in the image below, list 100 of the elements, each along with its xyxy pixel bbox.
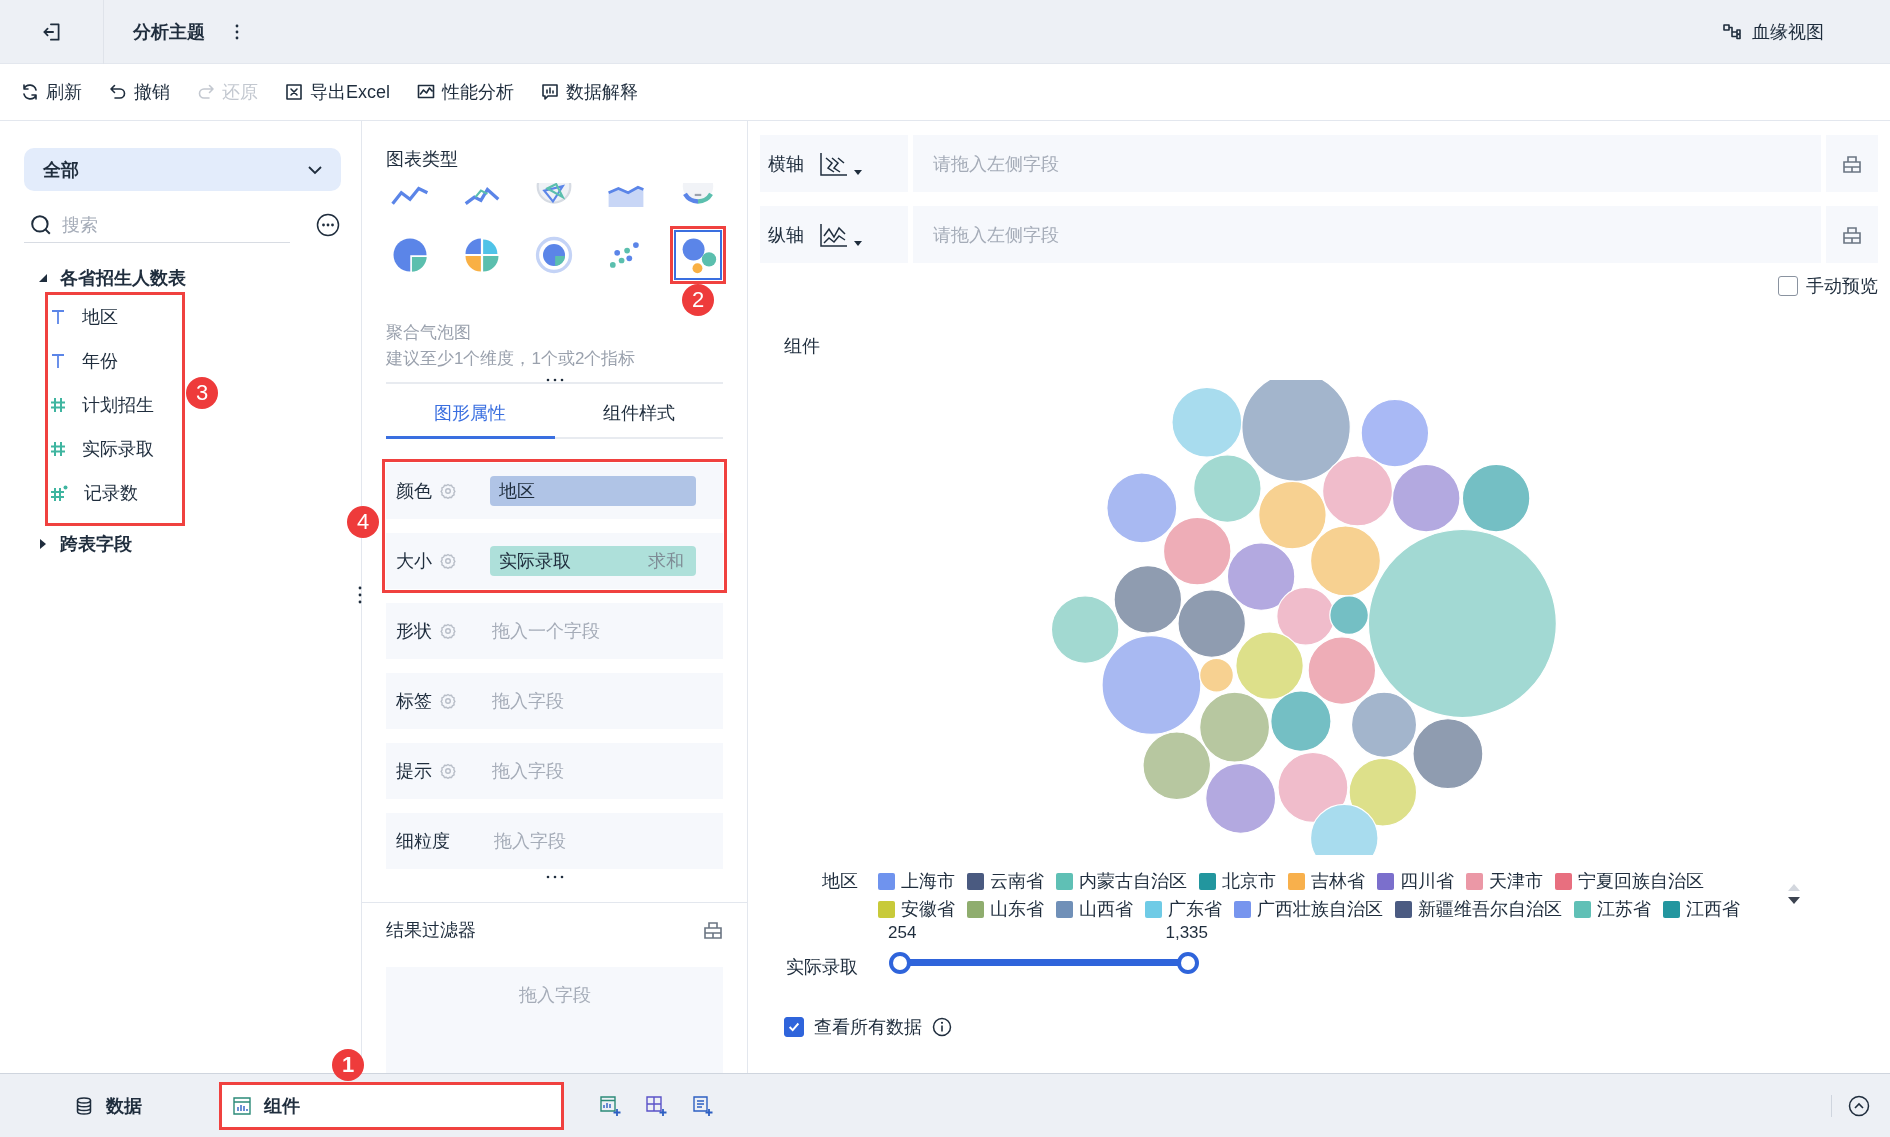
expand-arrow-icon[interactable] (38, 539, 48, 549)
bubble (1270, 690, 1332, 752)
property-slot[interactable]: 颜色 地区 (386, 463, 723, 519)
slider-min-value: 254 (888, 923, 917, 944)
legend-label[interactable]: 云南省 (990, 867, 1044, 895)
legend-title: 地区 (821, 870, 859, 893)
bubble (1360, 398, 1430, 468)
slider-thumb[interactable] (1177, 952, 1199, 974)
text-type-icon (50, 309, 66, 325)
info-icon[interactable] (932, 1017, 952, 1037)
add-chart-icon[interactable] (599, 1094, 621, 1117)
legend-label[interactable]: 上海市 (901, 867, 955, 895)
database-icon (74, 1095, 94, 1116)
axis-label: 纵轴 (768, 223, 804, 247)
search-icon (30, 213, 52, 236)
caret-icon[interactable] (854, 169, 862, 176)
checkbox[interactable] (784, 1017, 804, 1037)
callout-number: 1 (332, 1048, 364, 1081)
field-item[interactable]: 计划招生 (82, 393, 154, 417)
field-item[interactable]: 记录数 (84, 481, 138, 505)
checkbox-label: 查看所有数据 (814, 1016, 922, 1039)
component-title: 组件 (784, 335, 821, 358)
table-name[interactable]: 各省招生人数表 (60, 266, 186, 290)
property-tab[interactable]: 图形属性 (386, 389, 555, 439)
caret-icon[interactable] (854, 240, 862, 247)
legend-label[interactable]: 天津市 (1489, 867, 1543, 895)
section-title: 图表类型 (386, 148, 459, 171)
callout-number: 4 (347, 506, 379, 538)
placeholder-text: 拖入字段 (491, 760, 564, 783)
toolbar-button[interactable]: 数据解释 (540, 80, 638, 104)
placeholder-text: 拖入字段 (491, 690, 564, 713)
callout-number: 2 (682, 284, 714, 316)
placeholder-text: 拖入一个字段 (491, 620, 600, 643)
table-name[interactable]: 跨表字段 (60, 532, 132, 556)
property-label: 提示 (396, 760, 433, 783)
property-label: 细粒度 (396, 830, 451, 853)
add-table-icon[interactable] (645, 1094, 667, 1117)
legend-label[interactable]: 北京市 (1222, 867, 1276, 895)
toolbar-button[interactable]: 撤销 (108, 80, 170, 104)
property-slot[interactable]: 标签 拖入字段 (386, 673, 723, 729)
tray-icon[interactable] (1842, 153, 1862, 174)
add-text-icon[interactable] (691, 1094, 713, 1117)
bubble (1205, 762, 1277, 834)
bottom-tab[interactable]: 数据 (0, 1082, 220, 1129)
placeholder-text: 拖入字段 (493, 830, 566, 853)
legend-label[interactable]: 四川省 (1400, 867, 1454, 895)
bubble (1162, 516, 1232, 586)
legend-label[interactable]: 内蒙古自治区 (1079, 867, 1187, 895)
legend-label[interactable]: 吉林省 (1311, 867, 1365, 895)
scope-dropdown[interactable]: 全部 (24, 148, 341, 191)
legend-label[interactable]: 广西壮族自治区 (1257, 895, 1383, 923)
text-type-icon (50, 353, 66, 369)
export-icon (284, 82, 304, 102)
legend-label[interactable]: 宁夏回族自治区 (1578, 867, 1704, 895)
property-slot[interactable]: 形状 拖入一个字段 (386, 603, 723, 659)
checkbox[interactable] (1778, 276, 1798, 296)
field-item[interactable]: 地区 (82, 305, 118, 329)
section-title: 结果过滤器 (386, 919, 476, 942)
legend-label[interactable]: 广东省 (1168, 895, 1222, 923)
slider-thumb[interactable] (889, 952, 911, 974)
property-slot[interactable]: 提示 拖入字段 (386, 743, 723, 799)
toolbar-button[interactable]: 导出Excel (284, 80, 390, 104)
chart-type-hint: 建议至少1个维度，1个或2个指标 (386, 348, 637, 370)
more-icon[interactable] (235, 23, 239, 40)
more-icon[interactable] (316, 213, 340, 237)
legend-label[interactable]: 新疆维吾尔自治区 (1418, 895, 1562, 923)
property-label: 形状 (396, 620, 433, 643)
bubble (1309, 803, 1379, 855)
redo-icon (196, 82, 216, 102)
property-slot[interactable]: 大小 实际录取 求和 (386, 533, 723, 589)
tray-icon[interactable] (1842, 224, 1862, 245)
tray-icon[interactable] (703, 920, 723, 940)
property-slot[interactable]: 细粒度 拖入字段 (386, 813, 723, 869)
bubble (1226, 542, 1296, 611)
field-pill[interactable]: 实际录取 求和 (490, 546, 696, 576)
checkmark-icon (787, 1020, 801, 1034)
slider-max-value: 1,335 (1165, 923, 1208, 944)
slider-label: 实际录取 (785, 956, 859, 979)
legend-label[interactable]: 江西省 (1686, 895, 1740, 923)
property-tab[interactable]: 组件样式 (554, 389, 723, 439)
toolbar-button[interactable]: 性能分析 (416, 80, 514, 104)
field-item[interactable]: 年份 (82, 349, 118, 373)
field-pill[interactable]: 地区 (490, 476, 696, 506)
callout-number: 3 (186, 377, 218, 409)
page-title: 分析主题 (133, 20, 205, 44)
legend-label[interactable]: 安徽省 (901, 895, 955, 923)
slider-track[interactable] (889, 951, 1199, 975)
toolbar-button[interactable]: 刷新 (20, 80, 82, 104)
legend-label[interactable]: 江苏省 (1597, 895, 1651, 923)
collapse-arrow-icon[interactable] (38, 273, 48, 283)
collapse-icon[interactable] (1848, 1094, 1870, 1117)
checkbox-label: 手动预览 (1806, 275, 1878, 298)
lineage-view-button[interactable]: 血缘视图 (1716, 18, 1830, 45)
drag-handle-icon[interactable] (357, 586, 363, 604)
legend-label[interactable]: 山东省 (990, 895, 1044, 923)
drag-handle-icon[interactable] (545, 875, 564, 879)
field-item[interactable]: 实际录取 (82, 437, 154, 461)
legend-label[interactable]: 山西省 (1079, 895, 1133, 923)
bubble (1277, 751, 1349, 823)
drag-handle-icon[interactable] (545, 378, 564, 382)
